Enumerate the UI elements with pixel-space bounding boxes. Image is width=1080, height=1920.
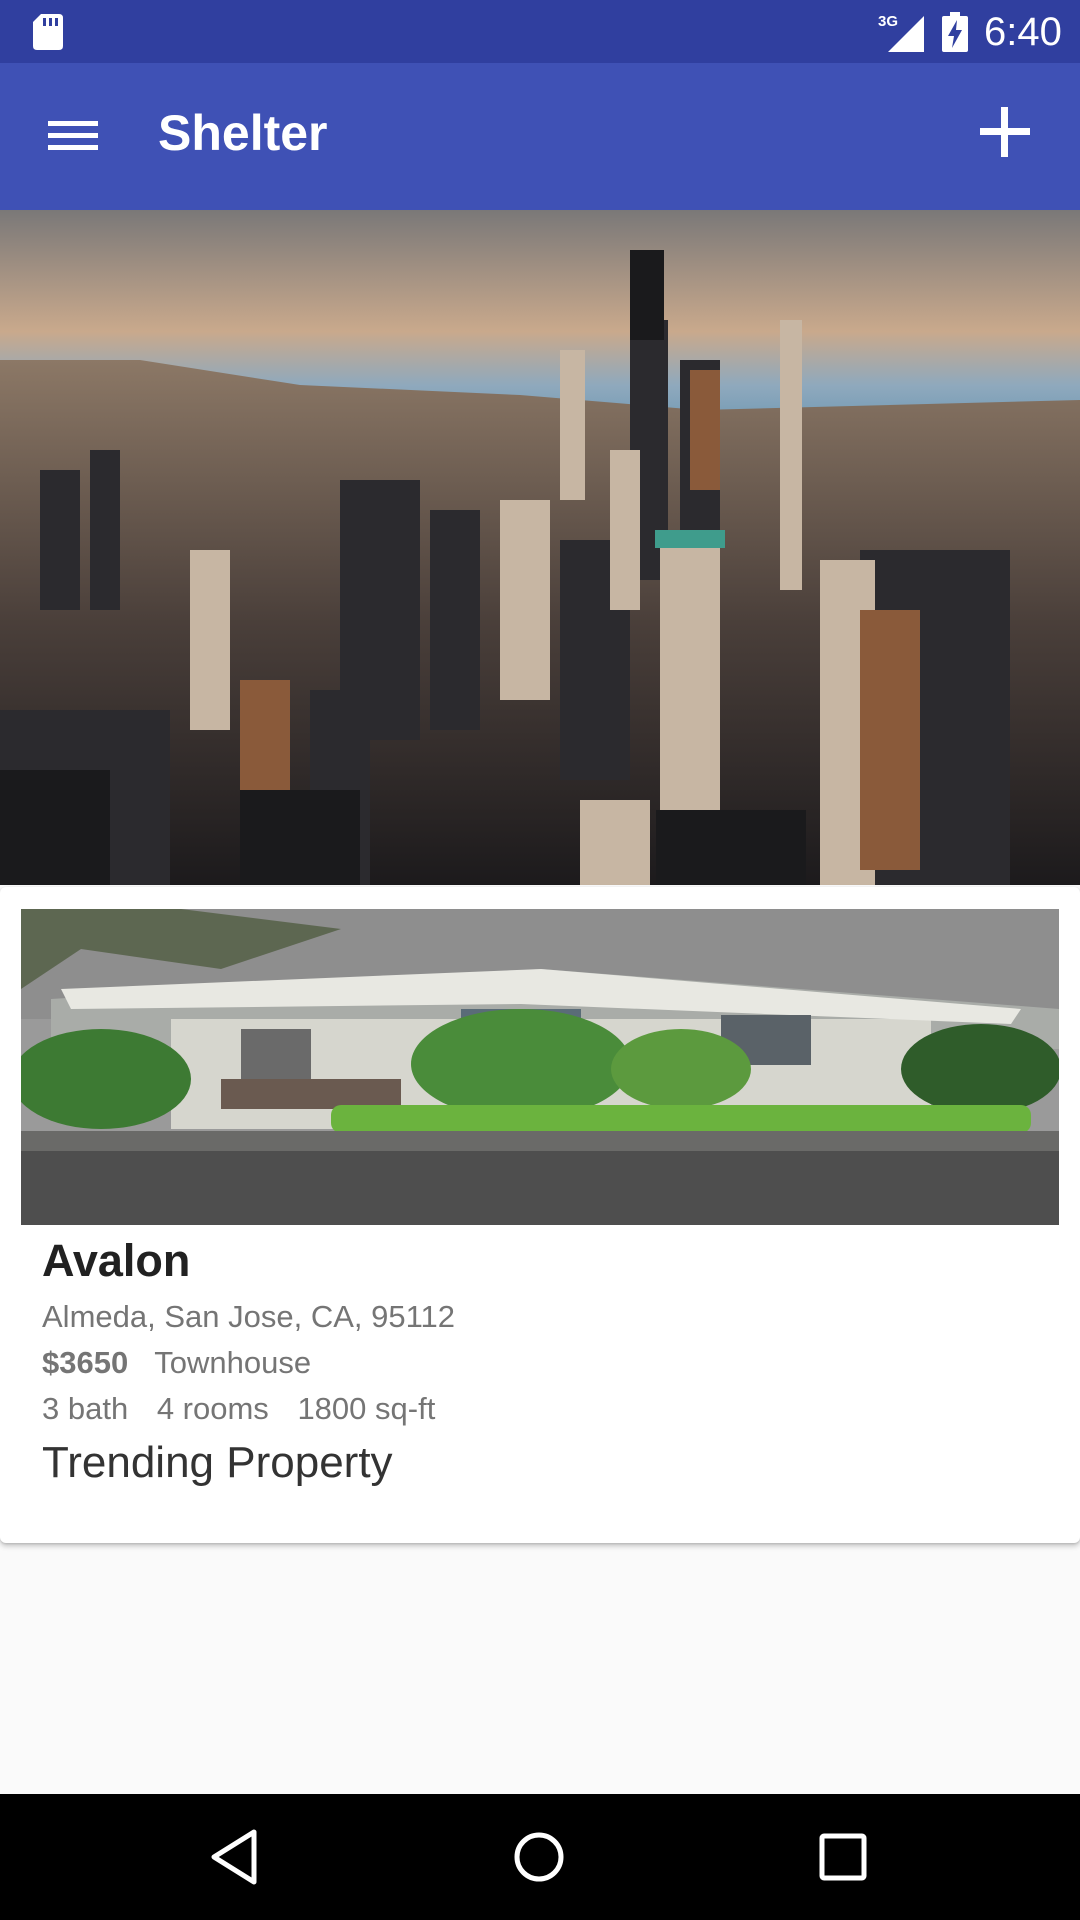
trending-label: Trending Property	[42, 1438, 393, 1487]
details-row: 3 bath 4 rooms 1800 sq-ft	[42, 1389, 455, 1429]
hamburger-menu-icon[interactable]	[36, 105, 108, 165]
battery-charging-icon	[942, 12, 968, 52]
home-icon[interactable]	[506, 1824, 572, 1890]
svg-text:3G: 3G	[878, 13, 898, 30]
property-card[interactable]: Avalon Almeda, San Jose, CA, 95112 $3650…	[0, 887, 1080, 1543]
clock: 6:40	[984, 10, 1062, 54]
app-title: Shelter	[158, 105, 328, 161]
property-price: $3650	[42, 1345, 129, 1380]
back-icon[interactable]	[204, 1824, 270, 1890]
house-photo	[21, 909, 1059, 1225]
recents-icon[interactable]	[810, 1824, 876, 1890]
property-address: Almeda, San Jose, CA, 95112	[42, 1299, 456, 1334]
city-skyline-photo	[0, 210, 1080, 885]
signal-icon: 3G	[878, 13, 924, 52]
property-type: Townhouse	[154, 1345, 312, 1380]
property-area: 1800 sq-ft	[297, 1391, 436, 1426]
plus-icon[interactable]	[972, 99, 1038, 165]
property-baths: 3 bath	[42, 1391, 129, 1426]
price-row: $3650 Townhouse	[42, 1343, 311, 1383]
navigation-bar	[0, 1794, 1080, 1920]
property-name: Avalon	[42, 1235, 191, 1286]
property-rooms: 4 rooms	[156, 1391, 269, 1426]
app-bar: Shelter	[0, 63, 1080, 210]
status-bar: 3G 6:40	[0, 0, 1080, 63]
sd-card-icon	[33, 14, 63, 50]
